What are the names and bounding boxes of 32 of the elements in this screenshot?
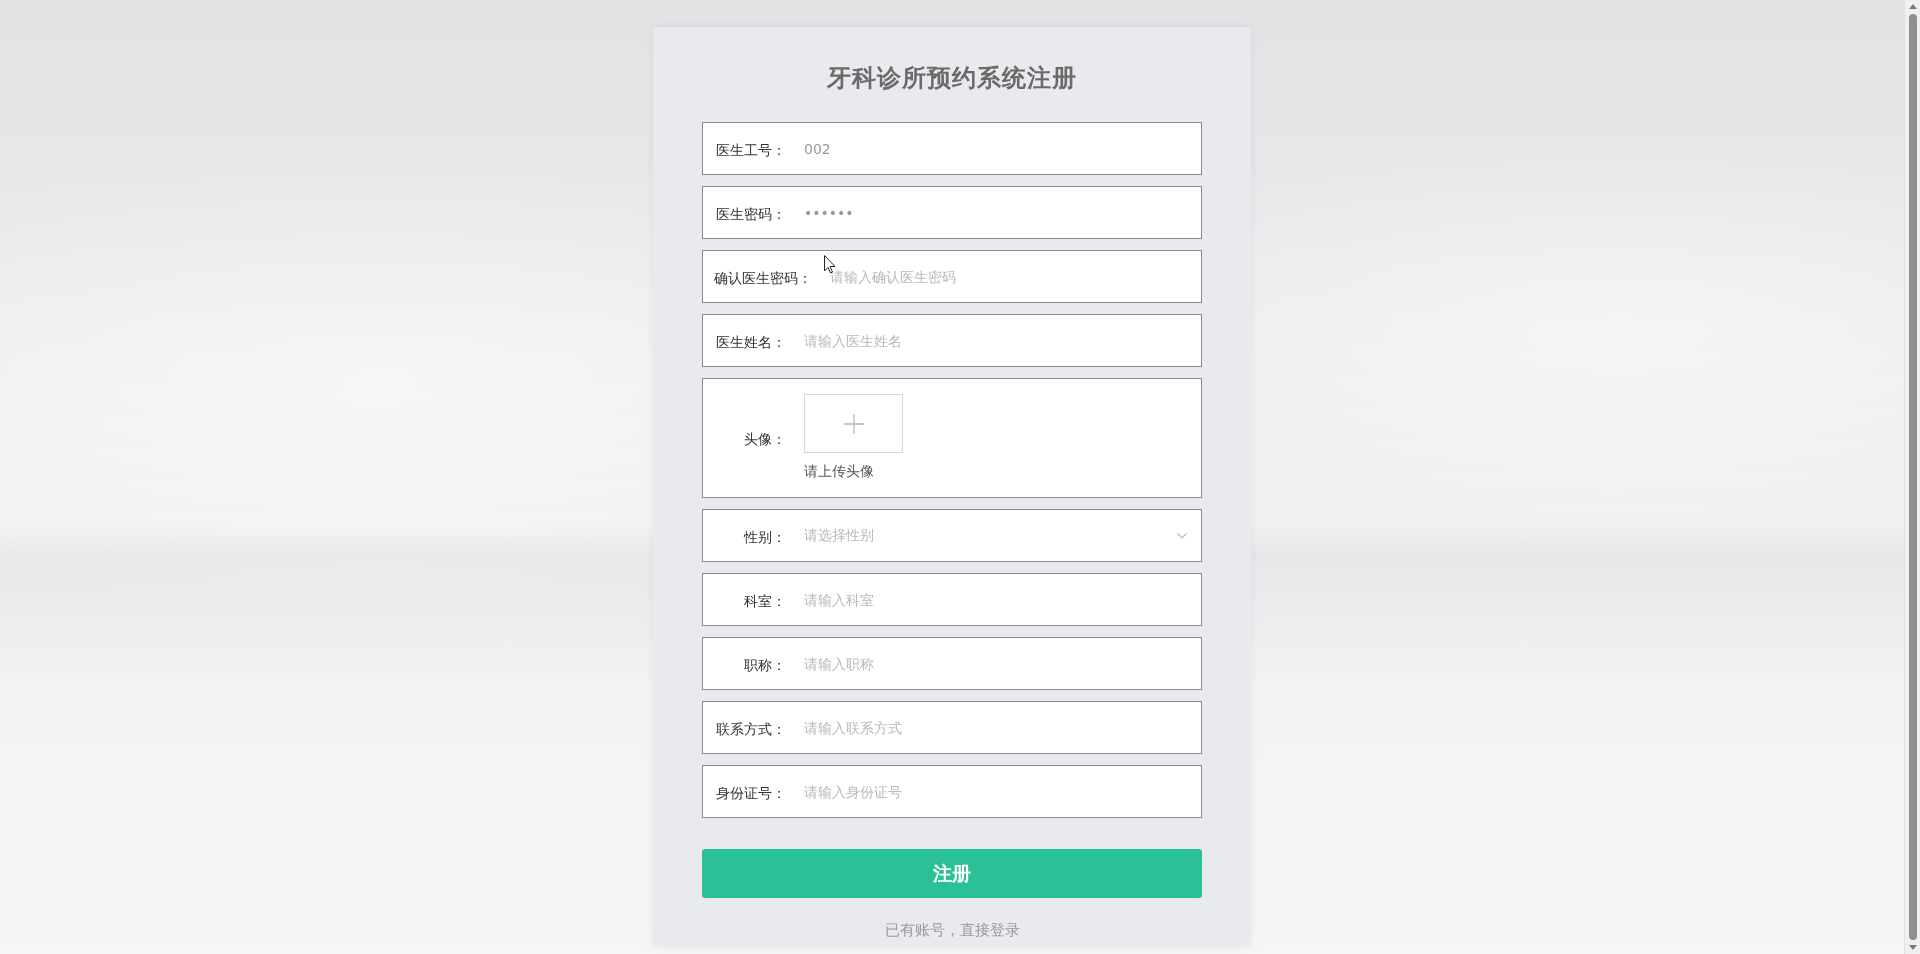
field-label: 科室：: [743, 592, 786, 611]
field-label: 确认医生密码：: [714, 269, 812, 288]
form-field[interactable]: 医生密码： ••••••: [702, 186, 1202, 239]
field-label: 职称：: [743, 656, 786, 675]
form-field[interactable]: 联系方式： 请输入联系方式: [702, 701, 1202, 754]
field-label: 医生姓名：: [715, 333, 786, 352]
page-title: 牙科诊所预约系统注册: [827, 63, 1077, 94]
scroll-down-icon[interactable]: [1908, 945, 1917, 950]
form-field[interactable]: 医生工号： 002: [702, 122, 1202, 175]
field-label: 医生密码：: [715, 205, 786, 224]
scrollbar-thumb[interactable]: [1908, 14, 1917, 940]
upload-hint: 请上传头像: [804, 462, 874, 481]
scroll-up-icon[interactable]: [1908, 4, 1917, 9]
form-field[interactable]: 职称： 请输入职称: [702, 637, 1202, 690]
input-field[interactable]: 请输入联系方式: [786, 702, 1201, 753]
chevron-down-icon: [1177, 532, 1187, 539]
form-field[interactable]: 医生姓名： 请输入医生姓名: [702, 314, 1202, 367]
field-label: 医生工号：: [715, 141, 786, 160]
form-field[interactable]: 科室： 请输入科室: [702, 573, 1202, 626]
input-field[interactable]: 请输入科室: [786, 574, 1201, 625]
form-field[interactable]: 确认医生密码： 请输入确认医生密码: [702, 250, 1202, 303]
input-field[interactable]: 请输入职称: [786, 638, 1201, 689]
field-label: 性别：: [742, 528, 786, 547]
input-field[interactable]: 请输入身份证号: [786, 766, 1201, 817]
field-label: 联系方式：: [715, 720, 786, 739]
field-label: 身份证号：: [715, 784, 786, 803]
input-field[interactable]: 请输入医生姓名: [786, 315, 1201, 366]
input-field[interactable]: 请输入确认医生密码: [812, 251, 1201, 302]
form-field[interactable]: 身份证号： 请输入身份证号: [702, 765, 1202, 818]
field-label: 头像：: [743, 430, 786, 449]
scrollbar[interactable]: [1904, 0, 1920, 954]
plus-icon: [843, 413, 864, 434]
